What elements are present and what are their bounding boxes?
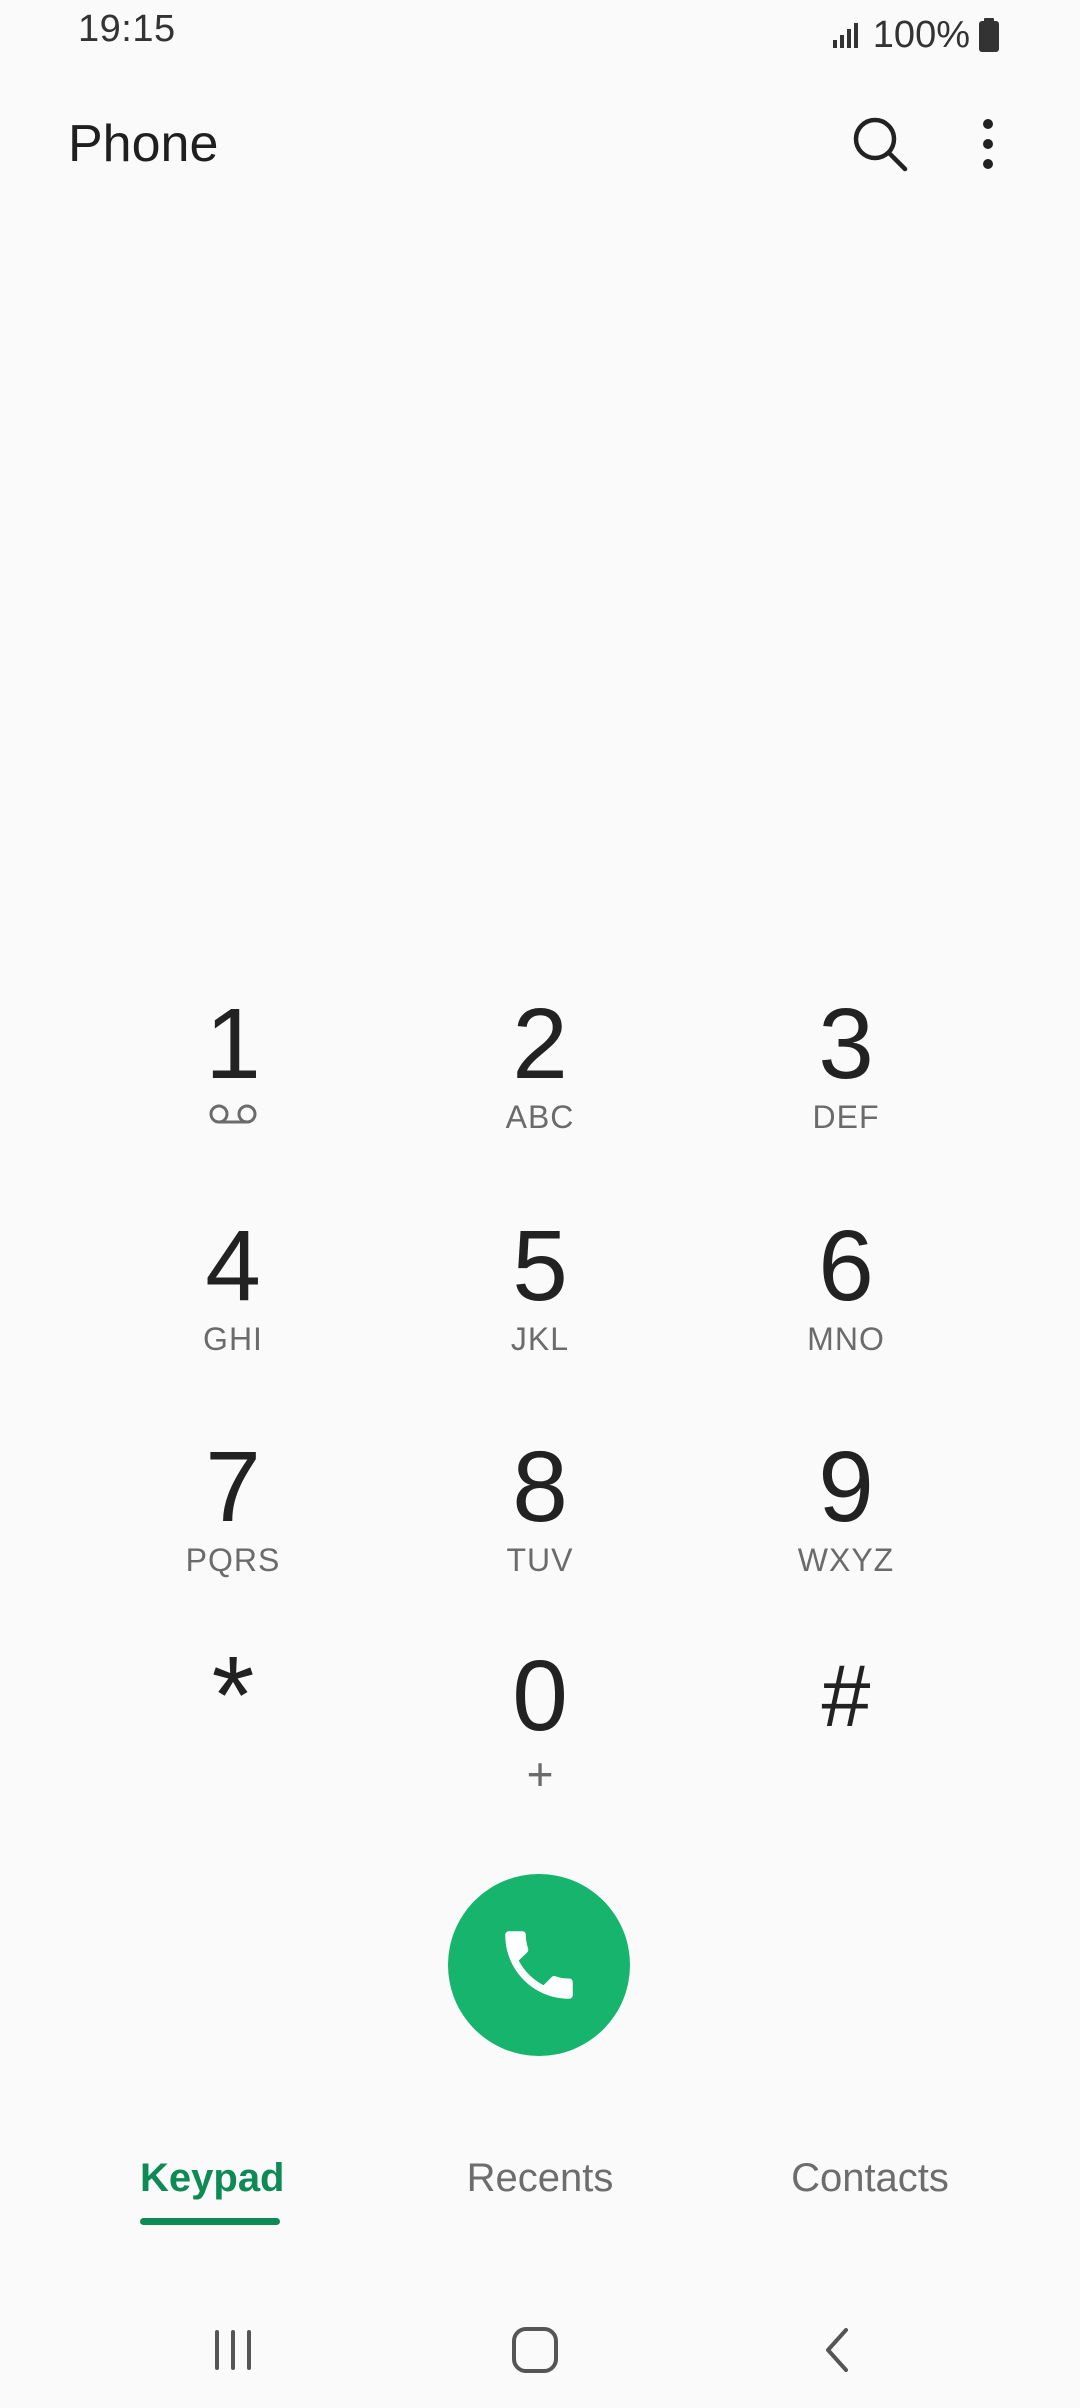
key-2[interactable]: 2 ABC [410, 970, 670, 1170]
navigation-bar [0, 2300, 1080, 2390]
key-hash[interactable]: # [716, 1622, 976, 1822]
tab-keypad[interactable]: Keypad [140, 2156, 285, 2201]
key-7[interactable]: 7 PQRS [103, 1413, 363, 1613]
key-digit: # [821, 1646, 871, 1745]
key-letters: JKL [510, 1321, 570, 1357]
key-letters: DEF [812, 1099, 880, 1135]
key-digit: 0 [512, 1640, 568, 1752]
call-button[interactable] [448, 1874, 630, 2056]
status-bar: 19:15 100% [0, 0, 1080, 70]
key-letters: ABC [505, 1099, 575, 1135]
signal-icon [832, 23, 858, 48]
tab-recents[interactable]: Recents [440, 2156, 640, 2201]
key-8[interactable]: 8 TUV [410, 1413, 670, 1613]
phone-call-icon [505, 1931, 573, 1999]
key-digit: * [211, 1634, 255, 1757]
key-letters: MNO [807, 1321, 885, 1357]
home-icon[interactable] [505, 2320, 565, 2380]
key-digit: 2 [512, 988, 568, 1100]
battery-icon [979, 18, 999, 52]
status-time: 19:15 [78, 8, 176, 50]
key-4[interactable]: 4 GHI [103, 1192, 363, 1392]
key-0[interactable]: 0 + [410, 1622, 670, 1822]
key-digit: 1 [205, 988, 261, 1100]
status-icons: 100% [831, 10, 1000, 60]
key-letters: WXYZ [797, 1542, 895, 1578]
key-letters: PQRS [185, 1542, 281, 1578]
key-3[interactable]: 3 DEF [716, 970, 976, 1170]
key-digit: 4 [205, 1210, 261, 1322]
back-icon[interactable] [808, 2320, 868, 2380]
search-icon[interactable] [848, 112, 912, 176]
key-digit: 7 [205, 1431, 261, 1543]
key-letters: GHI [203, 1321, 263, 1357]
key-digit: 5 [512, 1210, 568, 1322]
key-letters: TUV [506, 1542, 574, 1578]
key-digit: 3 [818, 988, 874, 1100]
key-9[interactable]: 9 WXYZ [716, 1413, 976, 1613]
battery-percent: 100% [872, 13, 970, 56]
voicemail-icon [209, 1104, 257, 1124]
key-star[interactable]: * [103, 1622, 363, 1822]
bottom-tabs: Keypad Recents Contacts [0, 2150, 1080, 2230]
key-letters: + [526, 1748, 554, 1800]
app-bar: Phone [0, 100, 1080, 190]
page-title: Phone [68, 115, 219, 173]
recent-apps-icon[interactable] [203, 2320, 263, 2380]
key-digit: 9 [818, 1431, 874, 1543]
key-digit: 8 [512, 1431, 568, 1543]
key-1[interactable]: 1 [103, 970, 363, 1170]
active-tab-indicator [140, 2218, 280, 2225]
key-5[interactable]: 5 JKL [410, 1192, 670, 1392]
tab-contacts[interactable]: Contacts [760, 2156, 980, 2201]
key-6[interactable]: 6 MNO [716, 1192, 976, 1392]
key-digit: 6 [818, 1210, 874, 1322]
more-options-icon[interactable] [960, 112, 1016, 176]
